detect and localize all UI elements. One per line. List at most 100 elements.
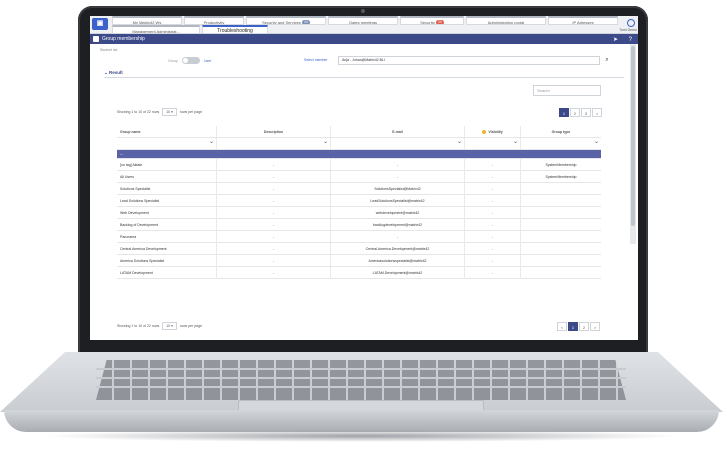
- tab-troubleshooting[interactable]: Troubleshooting: [202, 25, 268, 34]
- page-title: Group membership: [102, 36, 145, 42]
- table-row[interactable]: Backlog of Development - backlogdevelopmen…: [117, 219, 601, 231]
- description-cell: -: [217, 207, 331, 219]
- tab-badge: 24: [301, 20, 310, 25]
- filter-visibility[interactable]: [465, 138, 521, 150]
- filter-group-name[interactable]: [117, 138, 217, 150]
- tab-label: Security: [420, 20, 435, 25]
- email-cell: -: [331, 159, 465, 171]
- visibility-cell: -: [465, 267, 521, 279]
- breadcrumb[interactable]: Student list: [100, 48, 117, 52]
- section-title: Result: [109, 70, 123, 75]
- tab-productivity[interactable]: Productivity: [184, 16, 244, 25]
- description-cell: -: [217, 267, 331, 279]
- tab-ip-addresses[interactable]: IP Adresses: [548, 16, 618, 25]
- tab-security-services[interactable]: Security and Services 24: [246, 16, 326, 25]
- table-row[interactable]: Panorama - - -: [117, 231, 601, 243]
- tab-my-workspace[interactable]: My Matrix42 Ws: [112, 16, 182, 25]
- rows-per-page-label: rows per page: [179, 324, 203, 328]
- page-button[interactable]: 2: [570, 108, 580, 117]
- table-body: [no tag] Aktale - - - SystemMembership All Us…: [117, 159, 601, 279]
- group-name-cell: LATAM Development: [117, 267, 217, 279]
- description-cell: -: [217, 195, 331, 207]
- page-button[interactable]: 2: [579, 322, 589, 331]
- column-header-group-name[interactable]: Group name: [117, 126, 217, 138]
- user-toggle-label: User: [204, 59, 212, 63]
- rows-info: Showing 1 to 10 of 22 rows: [117, 110, 160, 114]
- table-row[interactable]: Web Development - webdevelopment@matrix42-: [117, 207, 601, 219]
- result-section-header[interactable]: ⌄ Result: [104, 70, 123, 76]
- group-type-cell: [521, 219, 601, 231]
- settings-gear-icon[interactable]: [627, 19, 635, 27]
- table-row[interactable]: [no tag] Aktale - - - SystemMembership: [117, 159, 601, 171]
- next-page-button[interactable]: >: [590, 322, 600, 331]
- prev-page-button[interactable]: <: [557, 322, 567, 331]
- group-name-cell: Web Development: [117, 207, 217, 219]
- pagination-bottom: <1 2 >: [556, 322, 600, 332]
- laptop-shadow: [40, 430, 683, 442]
- selected-row[interactable]: ---: [117, 150, 601, 159]
- group-user-toggle[interactable]: [182, 57, 200, 64]
- column-header-visibility[interactable]: Visibility: [465, 126, 521, 138]
- description-cell: -: [217, 171, 331, 183]
- pagination-info-top: Showing 1 to 10 of 22 rows 10 ▾ rows per…: [117, 108, 202, 116]
- app-logo-icon[interactable]: ▣: [92, 18, 108, 30]
- column-header-group-type[interactable]: Group type: [521, 126, 601, 138]
- page-button[interactable]: 1: [559, 108, 569, 117]
- group-type-cell: [521, 195, 601, 207]
- rows-per-page-label: rows per page: [179, 110, 203, 114]
- tab-management-admin[interactable]: Management Administrat...: [112, 25, 200, 34]
- key-row-divider: [96, 386, 626, 388]
- tab-label: Gates meetings: [348, 20, 377, 25]
- email-cell: Central.America.Development@matrix42: [331, 243, 465, 255]
- table-search-input[interactable]: Search: [533, 85, 601, 96]
- page-header: Group membership ➤ ?: [90, 34, 638, 44]
- table-row[interactable]: All Users - - - SystemMembership: [117, 171, 601, 183]
- email-cell: LeadSolutionsSpecialist@matrix42: [331, 195, 465, 207]
- group-type-cell: [521, 267, 601, 279]
- rows-per-page-value: 10: [166, 324, 171, 328]
- filter-description[interactable]: [217, 138, 331, 150]
- description-cell: -: [217, 255, 331, 267]
- member-select[interactable]: Anja - Johan@Matrix42.BLI: [338, 56, 600, 65]
- key-row-divider: [96, 377, 626, 379]
- tab-administration-portal[interactable]: Administration portal: [466, 16, 546, 25]
- table-row[interactable]: Central America Development - Central.Amer…: [117, 243, 601, 255]
- laptop-screen: ▣ My Matrix42 Ws Productivity Security a…: [90, 16, 638, 340]
- description-cell: -: [217, 183, 331, 195]
- visibility-cell: -: [465, 195, 521, 207]
- table-row[interactable]: Lead Solutions Specialist - LeadSolutionsS…: [117, 195, 601, 207]
- group-type-cell: [521, 231, 601, 243]
- description-cell: -: [217, 219, 331, 231]
- email-cell: Americasolutionsspecialist@matrix42: [331, 255, 465, 267]
- visibility-cell: -: [465, 231, 521, 243]
- group-type-cell: [521, 207, 601, 219]
- column-header-email[interactable]: E-mail: [331, 126, 465, 138]
- group-icon: [93, 36, 99, 42]
- filter-email[interactable]: [331, 138, 465, 150]
- group-name-cell: All Users: [117, 171, 217, 183]
- table-row[interactable]: Solutions Specialist - SolutionsSpecialist…: [117, 183, 601, 195]
- rows-per-page-select[interactable]: 10 ▾: [162, 108, 177, 116]
- column-header-description[interactable]: Description: [217, 126, 331, 138]
- pagination-info-bottom: Showing 1 to 10 of 22 rows 10 ▾ rows per…: [117, 322, 202, 330]
- description-cell: -: [217, 243, 331, 255]
- email-cell: SolutionsSpecialist@Matrix42: [331, 183, 465, 195]
- group-name-cell: Panorama: [117, 231, 217, 243]
- group-name-cell: America Solutions Specialist: [117, 255, 217, 267]
- table-header-row: Group name Description E-mail Visibility…: [117, 126, 601, 138]
- table-row[interactable]: LATAM Development - LATAM.Development@matr…: [117, 267, 601, 279]
- filter-group-type[interactable]: [521, 138, 601, 150]
- scrollbar-thumb[interactable]: [631, 46, 635, 226]
- page-button[interactable]: 3: [581, 108, 591, 117]
- tab-gates-meetings[interactable]: Gates meetings: [328, 16, 398, 25]
- rows-per-page-select[interactable]: 10 ▾: [162, 322, 177, 330]
- group-membership-table: Group name Description E-mail Visibility…: [117, 126, 601, 279]
- group-name-cell: Solutions Specialist: [117, 183, 217, 195]
- email-cell: -: [331, 171, 465, 183]
- user-name[interactable]: Tomi Demo: [619, 28, 637, 32]
- next-page-button[interactable]: >: [592, 108, 602, 117]
- page-button[interactable]: 1: [568, 322, 578, 331]
- search-icon[interactable]: ⌕: [602, 56, 612, 65]
- tab-security[interactable]: Security 24: [400, 16, 464, 25]
- table-row[interactable]: America Solutions Specialist - Americasolu…: [117, 255, 601, 267]
